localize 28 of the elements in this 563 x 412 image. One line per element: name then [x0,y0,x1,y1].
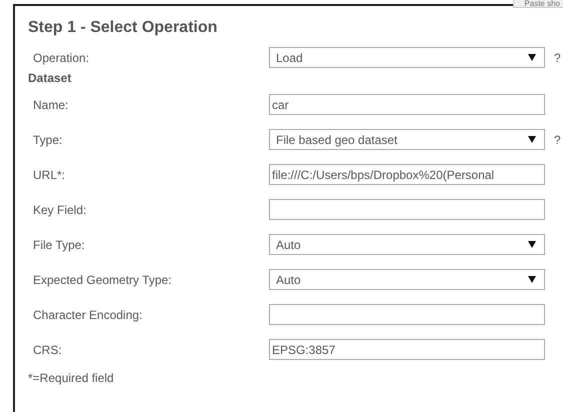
field-label: Name: [32,98,70,112]
dropdown[interactable]: Auto [269,269,545,290]
paste-button[interactable]: Paste sho [513,0,563,8]
dropdown[interactable]: Auto [269,234,545,255]
field-label: URL*: [32,168,66,182]
field-label: CRS: [32,342,63,356]
input-field[interactable] [269,199,545,220]
input-field[interactable] [269,304,545,325]
section-heading: Dataset [28,70,72,87]
field-label: Character Encoding: [32,308,144,322]
caret-icon [528,276,536,283]
required-note: *=Required field [28,371,115,385]
help-link[interactable]: ? [554,50,561,64]
dropdown[interactable]: Load [269,47,545,68]
input-field[interactable]: file:///C:/Users/bps/Dropbox%20(Personal [269,164,545,185]
caret-icon [528,54,536,61]
help-link[interactable]: ? [554,132,561,146]
caret-icon [528,241,536,248]
dropdown[interactable]: File based geo dataset [269,129,545,150]
input-field[interactable]: EPSG:3857 [269,339,545,360]
input-field[interactable]: car [269,94,545,115]
field-label: File Type: [32,238,86,252]
caret-icon [528,136,536,143]
dialog-title: Step 1 - Select Operation [28,18,218,38]
field-label: Expected Geometry Type: [32,272,173,286]
field-label: Key Field: [32,202,88,216]
field-label: Operation: [32,50,90,64]
field-label: Type: [32,132,64,146]
